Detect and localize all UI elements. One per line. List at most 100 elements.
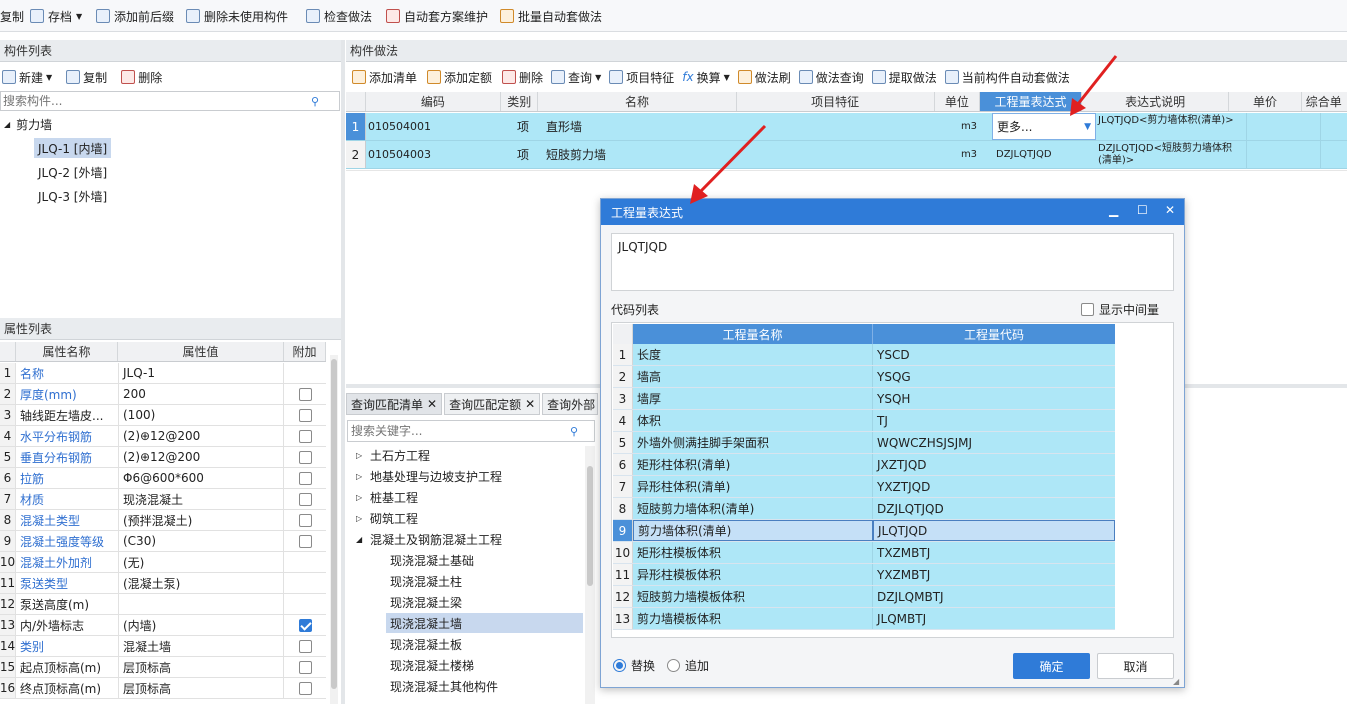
auto-scheme-button[interactable]: 自动套方案维护: [386, 6, 488, 26]
add-prefix-suffix-button[interactable]: 添加前后缀: [96, 6, 174, 26]
method-row[interactable]: 1 010504001 项 直形墙 m3 更多... ▼ JLQTJQD<剪力墙体积(清单)>: [346, 113, 1347, 141]
code-list-row[interactable]: 13 剪力墙模板体积 JLQMBTJ: [613, 608, 1115, 630]
query-button[interactable]: 查询 ▼: [551, 69, 601, 86]
checkbox-icon[interactable]: [1081, 302, 1094, 316]
property-value[interactable]: (内墙): [118, 615, 284, 635]
property-value[interactable]: (预拌混凝土): [118, 510, 284, 530]
query-subtree-node[interactable]: 现浇混凝土楼梯: [386, 655, 583, 675]
code-list-row[interactable]: 1 长度 YSCD: [613, 344, 1115, 366]
property-row[interactable]: 9 混凝土强度等级 (C30): [0, 531, 326, 552]
code-list-row[interactable]: 12 短肢剪力墙模板体积 DZJLQMBTJ: [613, 586, 1115, 608]
expression-dropdown[interactable]: 更多... ▼: [992, 113, 1096, 140]
property-row[interactable]: 15 起点顶标高(m) 层顶标高: [0, 657, 326, 678]
save-button[interactable]: 存档 ▼: [30, 6, 82, 26]
extra-checkbox[interactable]: [298, 681, 312, 695]
component-item-3[interactable]: JLQ-3 [外墙]: [38, 186, 107, 206]
component-item-1[interactable]: JLQ-1 [内墙]: [34, 138, 112, 158]
property-value[interactable]: (2)⊕12@200: [118, 447, 284, 467]
property-row[interactable]: 7 材质 现浇混凝土: [0, 489, 326, 510]
extra-checkbox[interactable]: [298, 492, 312, 506]
code-list-row[interactable]: 6 矩形柱体积(清单) JXZTJQD: [613, 454, 1115, 476]
chevron-down-icon[interactable]: ▼: [1084, 122, 1091, 132]
radio-icon[interactable]: [667, 659, 680, 672]
query-subtree-node[interactable]: 现浇混凝土墙: [386, 613, 583, 633]
tab-query-external[interactable]: 查询外部: [542, 393, 599, 415]
component-search[interactable]: ⚲: [0, 91, 340, 111]
close-icon[interactable]: ✕: [1165, 203, 1175, 217]
scrollbar-thumb[interactable]: [587, 466, 593, 586]
property-row[interactable]: 3 轴线距左墙皮... (100): [0, 405, 326, 426]
property-value[interactable]: 层顶标高: [118, 678, 284, 698]
convert-button[interactable]: fx 换算 ▼: [682, 69, 730, 86]
expand-triangle-icon[interactable]: ▷: [356, 451, 370, 460]
property-value[interactable]: (混凝土泵): [118, 573, 284, 593]
property-row[interactable]: 12 泵送高度(m): [0, 594, 326, 615]
append-radio[interactable]: 追加: [667, 657, 709, 674]
scrollbar-thumb[interactable]: [331, 359, 337, 689]
code-list-row[interactable]: 7 异形柱体积(清单) YXZTJQD: [613, 476, 1115, 498]
query-tree-node[interactable]: ◢ 混凝土及钢筋混凝土工程: [356, 529, 502, 549]
property-row[interactable]: 1 名称 JLQ-1: [0, 363, 326, 384]
extract-method-button[interactable]: 提取做法: [871, 69, 937, 86]
item-feature-button[interactable]: 项目特征: [609, 69, 674, 86]
ok-button[interactable]: 确定: [1013, 653, 1090, 679]
extra-checkbox[interactable]: [298, 660, 312, 674]
expand-triangle-icon[interactable]: ▷: [356, 493, 370, 502]
extra-checkbox[interactable]: [298, 408, 312, 422]
code-list-row[interactable]: 2 墙高 YSQG: [613, 366, 1115, 388]
search-icon[interactable]: ⚲: [311, 95, 319, 108]
add-bill-button[interactable]: 添加清单: [352, 69, 417, 86]
property-row[interactable]: 10 混凝土外加剂 (无): [0, 552, 326, 573]
query-tree-node[interactable]: ▷ 土石方工程: [356, 445, 430, 465]
property-row[interactable]: 16 终点顶标高(m) 层顶标高: [0, 678, 326, 699]
resize-grip-icon[interactable]: ◢: [1173, 677, 1179, 686]
delete-component-button[interactable]: 删除: [121, 69, 162, 86]
property-value[interactable]: 层顶标高: [118, 657, 284, 677]
expand-triangle-icon[interactable]: ▷: [356, 472, 370, 481]
property-value[interactable]: 200: [118, 384, 284, 404]
extra-checkbox[interactable]: [298, 618, 312, 632]
query-tree-node[interactable]: ▷ 地基处理与边坡支护工程: [356, 466, 502, 486]
extra-checkbox[interactable]: [298, 387, 312, 401]
query-subtree-node[interactable]: 现浇混凝土柱: [386, 571, 583, 591]
expand-triangle-icon[interactable]: ▷: [356, 514, 370, 523]
property-row[interactable]: 13 内/外墙标志 (内墙): [0, 615, 326, 636]
collapse-triangle-icon[interactable]: ◢: [356, 535, 370, 544]
add-quota-button[interactable]: 添加定额: [427, 69, 492, 86]
property-row[interactable]: 5 垂直分布钢筋 (2)⊕12@200: [0, 447, 326, 468]
query-subtree-node[interactable]: 现浇混凝土基础: [386, 550, 583, 570]
query-subtree-node[interactable]: 现浇混凝土梁: [386, 592, 583, 612]
close-icon[interactable]: ✕: [427, 397, 437, 411]
code-list-row[interactable]: 5 外墙外侧满挂脚手架面积 WQWCZHSJSJMJ: [613, 432, 1115, 454]
delete-unused-button[interactable]: 删除未使用构件: [186, 6, 288, 26]
code-list-row[interactable]: 8 短肢剪力墙体积(清单) DZJLQTJQD: [613, 498, 1115, 520]
property-value[interactable]: [118, 594, 284, 614]
radio-checked-icon[interactable]: [613, 659, 626, 672]
query-tree-node[interactable]: ▷ 桩基工程: [356, 487, 418, 507]
check-method-button[interactable]: 检查做法: [306, 6, 372, 26]
minimize-icon[interactable]: ▁: [1109, 203, 1118, 217]
code-list-row[interactable]: 9 剪力墙体积(清单) JLQTJQD: [613, 520, 1115, 542]
expression-input[interactable]: JLQTJQD: [611, 233, 1174, 291]
property-value[interactable]: 混凝土墙: [118, 636, 284, 656]
batch-auto-button[interactable]: 批量自动套做法: [500, 6, 602, 26]
close-icon[interactable]: ✕: [525, 397, 535, 411]
dialog-title-bar[interactable]: 工程量表达式 ▁ ☐ ✕: [601, 199, 1184, 225]
copy-component-button[interactable]: 复制: [66, 69, 107, 86]
property-scrollbar[interactable]: [330, 355, 338, 704]
panel-splitter[interactable]: [341, 40, 345, 704]
property-row[interactable]: 14 类别 混凝土墙: [0, 636, 326, 657]
code-list-row[interactable]: 11 异形柱模板体积 YXZMBTJ: [613, 564, 1115, 586]
property-row[interactable]: 2 厚度(mm) 200: [0, 384, 326, 405]
extra-checkbox[interactable]: [298, 471, 312, 485]
property-value[interactable]: (C30): [118, 531, 284, 551]
code-list-row[interactable]: 4 体积 TJ: [613, 410, 1115, 432]
property-row[interactable]: 4 水平分布钢筋 (2)⊕12@200: [0, 426, 326, 447]
code-list-row[interactable]: 3 墙厚 YSQH: [613, 388, 1115, 410]
show-intermediate-checkbox[interactable]: 显示中间量: [1081, 299, 1159, 319]
property-row[interactable]: 8 混凝土类型 (预拌混凝土): [0, 510, 326, 531]
property-row[interactable]: 11 泵送类型 (混凝土泵): [0, 573, 326, 594]
extra-checkbox[interactable]: [298, 450, 312, 464]
new-component-button[interactable]: 新建 ▼: [2, 69, 52, 86]
property-value[interactable]: (无): [118, 552, 284, 572]
